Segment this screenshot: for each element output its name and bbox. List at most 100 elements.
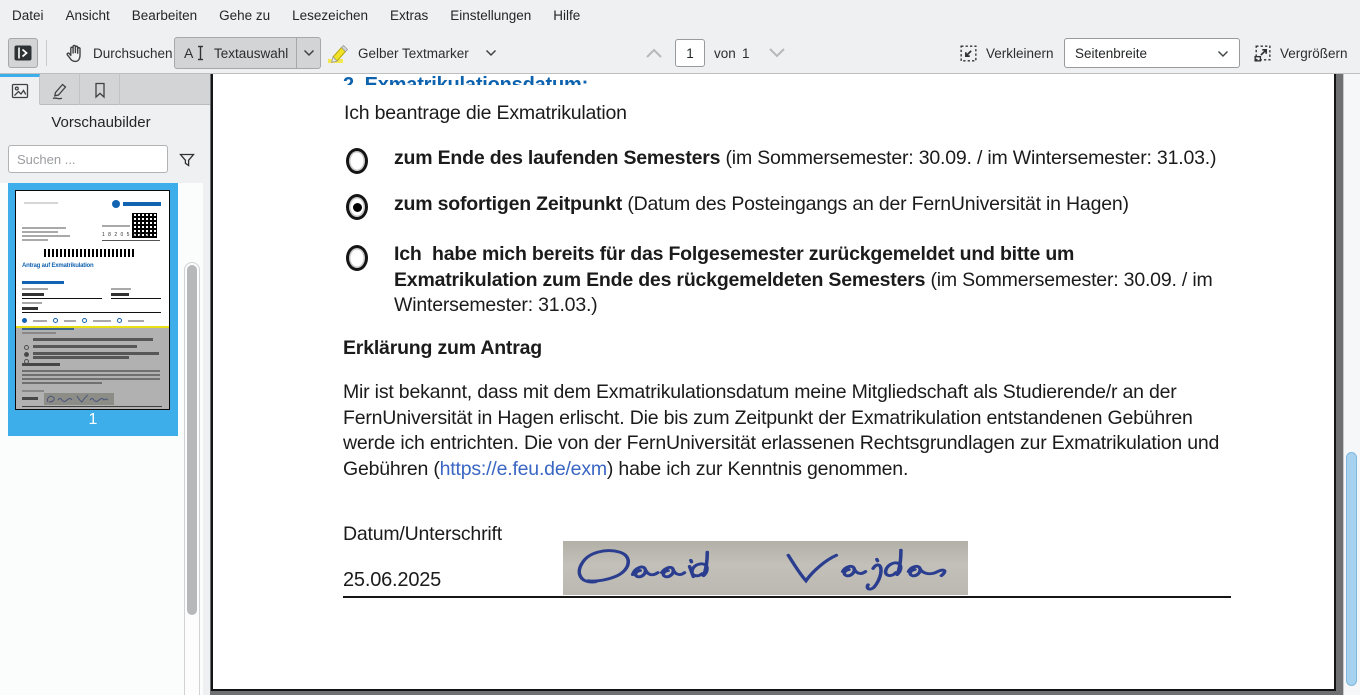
radio-end-of-semester[interactable] bbox=[346, 148, 368, 174]
signature-line bbox=[343, 596, 1231, 598]
main-toolbar: Durchsuchen A Textauswahl Gelber Textmar… bbox=[0, 32, 1360, 74]
menu-item-gehe-zu[interactable]: Gehe zu bbox=[208, 0, 281, 32]
text-selection-dropdown[interactable] bbox=[296, 38, 320, 68]
menu-item-einstellungen[interactable]: Einstellungen bbox=[439, 0, 542, 32]
pdf-page: 2. Exmatrikulationsdatum: Ich beantrage … bbox=[211, 74, 1336, 691]
hand-icon bbox=[64, 42, 86, 64]
paragraph-line: FernUniversität in Hagen erlischt. Die b… bbox=[343, 406, 1283, 432]
paragraph-line: Gebühren (https://e.feu.de/exm) habe ich… bbox=[343, 457, 1283, 483]
zoom-mode-select[interactable]: Seitenbreite bbox=[1064, 38, 1240, 68]
section-heading-partial: 2. Exmatrikulationsdatum: bbox=[343, 74, 763, 85]
exmatriculation-link[interactable]: https://e.feu.de/exm bbox=[440, 458, 607, 480]
radio-immediate[interactable] bbox=[346, 194, 368, 220]
menu-item-ansicht[interactable]: Ansicht bbox=[55, 0, 121, 32]
mini-university-logo bbox=[112, 199, 164, 208]
highlighter-tool-button[interactable]: Gelber Textmarker bbox=[318, 37, 505, 69]
panel-title: Vorschaubilder bbox=[0, 114, 202, 131]
toolbar-separator bbox=[46, 40, 47, 66]
mini-field-value bbox=[22, 307, 38, 310]
mini-field-label bbox=[22, 288, 48, 290]
mini-barcode bbox=[44, 249, 136, 257]
zoom-in-icon bbox=[1252, 43, 1273, 64]
page-total-label: 1 bbox=[742, 37, 750, 69]
text-selection-label: Textauswahl bbox=[214, 46, 288, 61]
annotation-pen-icon bbox=[50, 80, 70, 100]
mini-stamp-line bbox=[24, 202, 58, 204]
document-scrollbar-thumb[interactable] bbox=[1346, 452, 1357, 686]
radio-re-registered[interactable] bbox=[346, 245, 368, 271]
previous-page-button[interactable] bbox=[645, 47, 663, 59]
sidebar-toggle-button[interactable] bbox=[8, 38, 38, 68]
highlighter-label: Gelber Textmarker bbox=[358, 46, 469, 61]
page-number-input[interactable] bbox=[675, 39, 705, 67]
highlighter-icon bbox=[326, 41, 350, 65]
mini-field-line bbox=[111, 298, 161, 299]
browse-tool-button[interactable]: Durchsuchen bbox=[56, 37, 181, 69]
mini-field-value bbox=[22, 293, 44, 296]
radio-re-registered-label: Ich habe mich bereits für das Folgesemes… bbox=[394, 242, 1294, 319]
date-value: 25.06.2025 bbox=[343, 569, 441, 592]
mini-field-line bbox=[22, 298, 102, 299]
radio-end-of-semester-label: zum Ende des laufenden Semesters (im Som… bbox=[394, 147, 1216, 170]
paragraph-line: werde ich entrichten. Die von der FernUn… bbox=[343, 431, 1283, 457]
mini-addr-line bbox=[22, 235, 70, 237]
menu-item-lesezeichen[interactable]: Lesezeichen bbox=[281, 0, 379, 32]
bookmark-icon bbox=[90, 80, 110, 100]
sidebar-panel-icon bbox=[12, 42, 34, 64]
zoom-out-button[interactable]: Verkleinern bbox=[952, 37, 1060, 69]
zoom-mode-value: Seitenbreite bbox=[1075, 46, 1147, 61]
intro-line: Ich beantrage die Exmatrikulation bbox=[344, 102, 627, 125]
menu-bar: Datei Ansicht Bearbeiten Gehe zu Lesezei… bbox=[0, 0, 1360, 32]
sidebar-panel: Vorschaubilder 1 8 2 0 5 3 5 0 bbox=[0, 74, 210, 695]
browse-tool-label: Durchsuchen bbox=[93, 46, 173, 61]
mini-addr-line bbox=[22, 231, 58, 233]
svg-text:A: A bbox=[184, 45, 194, 61]
mini-field-label bbox=[111, 288, 131, 290]
highlighter-dropdown[interactable] bbox=[485, 49, 497, 57]
mini-addr-line bbox=[22, 239, 48, 241]
sidebar-scrollbar[interactable] bbox=[184, 262, 200, 695]
zoom-out-icon bbox=[958, 43, 979, 64]
filter-funnel-icon[interactable] bbox=[176, 149, 198, 171]
mini-form-title: Antrag auf Exmatrikulation bbox=[22, 263, 93, 269]
mini-radio-row bbox=[22, 318, 162, 323]
mini-matric-underline bbox=[102, 240, 160, 241]
thumbnail-list: 1 8 2 0 5 3 5 0 Antrag auf Exmatrikulati… bbox=[0, 183, 203, 695]
menu-item-datei[interactable]: Datei bbox=[1, 0, 55, 32]
signature-image bbox=[563, 541, 968, 595]
page-of-label: von bbox=[714, 37, 736, 69]
next-page-button[interactable] bbox=[768, 47, 786, 59]
tab-thumbnails[interactable] bbox=[0, 74, 40, 105]
mini-matric-digits: 1 8 2 0 5 3 5 0 bbox=[102, 232, 149, 238]
declaration-heading: Erklärung zum Antrag bbox=[343, 337, 542, 360]
sidebar-tab-bar bbox=[0, 74, 210, 105]
mini-matric-label bbox=[102, 225, 130, 227]
declaration-paragraph: Mir ist bekannt, dass mit dem Exmatrikul… bbox=[343, 380, 1283, 482]
thumbnail-search-input[interactable] bbox=[8, 145, 168, 173]
tab-annotations[interactable] bbox=[40, 74, 80, 105]
date-signature-label: Datum/Unterschrift bbox=[343, 523, 502, 546]
menu-item-bearbeiten[interactable]: Bearbeiten bbox=[121, 0, 208, 32]
chevron-down-icon bbox=[1217, 46, 1229, 61]
radio-immediate-label: zum sofortigen Zeitpunkt (Datum des Post… bbox=[394, 193, 1129, 216]
zoom-in-button[interactable]: Vergrößern bbox=[1246, 37, 1354, 69]
mini-section1-heading bbox=[22, 281, 64, 284]
menu-item-extras[interactable]: Extras bbox=[379, 0, 439, 32]
mini-addr-line bbox=[22, 227, 66, 229]
sidebar-scrollbar-thumb[interactable] bbox=[187, 265, 197, 615]
zoom-in-label: Vergrößern bbox=[1280, 46, 1348, 61]
thumbnail-page-preview[interactable]: 1 8 2 0 5 3 5 0 Antrag auf Exmatrikulati… bbox=[15, 190, 170, 410]
menu-item-hilfe[interactable]: Hilfe bbox=[542, 0, 591, 32]
text-selection-icon: A bbox=[183, 43, 207, 63]
document-view: 2. Exmatrikulationsdatum: Ich beantrage … bbox=[210, 74, 1360, 695]
document-scrollbar[interactable] bbox=[1343, 74, 1360, 695]
zoom-out-label: Verkleinern bbox=[986, 46, 1054, 61]
tab-bookmarks[interactable] bbox=[80, 74, 120, 105]
thumbnail-viewport-indicator[interactable] bbox=[15, 326, 170, 410]
thumbnail-item-selected[interactable]: 1 8 2 0 5 3 5 0 Antrag auf Exmatrikulati… bbox=[8, 183, 178, 436]
mini-field-value bbox=[111, 293, 129, 296]
mini-field-label bbox=[22, 302, 42, 304]
text-selection-button[interactable]: A Textauswahl bbox=[174, 37, 321, 69]
paragraph-line: Mir ist bekannt, dass mit dem Exmatrikul… bbox=[343, 380, 1283, 406]
tab-bar-filler bbox=[120, 74, 210, 104]
